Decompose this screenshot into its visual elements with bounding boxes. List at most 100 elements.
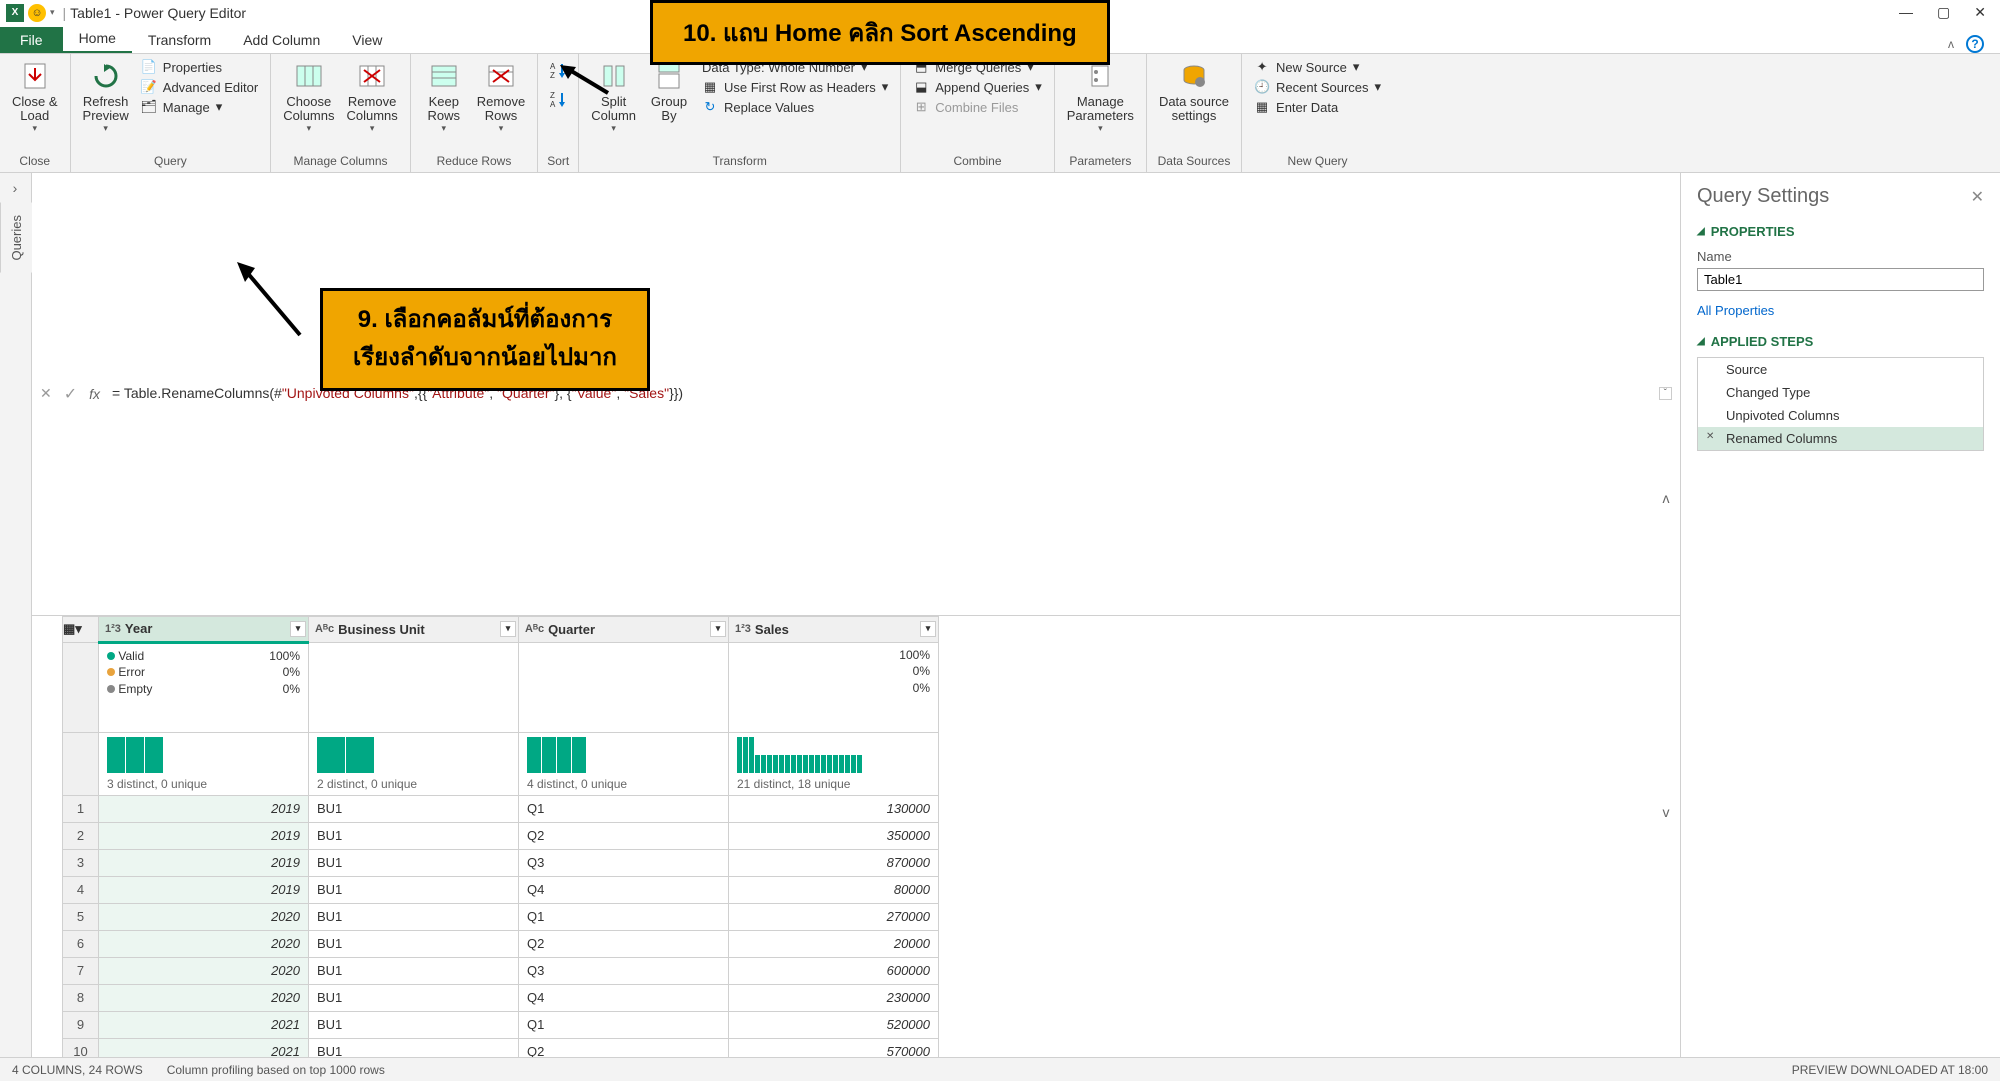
scroll-down-icon[interactable]: v <box>1663 804 1670 820</box>
query-settings-title: Query Settings <box>1697 185 1829 208</box>
tab-home[interactable]: Home <box>63 25 132 53</box>
window-title: Table1 - Power Query Editor <box>70 5 246 21</box>
distinct-sales: 21 distinct, 18 unique <box>729 732 939 795</box>
table-row[interactable]: 52020BU1Q1270000 <box>63 903 939 930</box>
data-source-settings-button[interactable]: Data source settings <box>1155 58 1233 126</box>
arrow-10 <box>560 65 610 95</box>
help-icon[interactable]: ? <box>1966 35 1984 53</box>
quality-sales: 100% 0% 0% <box>729 642 939 732</box>
all-properties-link[interactable]: All Properties <box>1697 303 1984 318</box>
arrow-9 <box>235 260 305 340</box>
combine-files-button[interactable]: ⊞Combine Files <box>909 98 1045 116</box>
filter-dropdown-icon[interactable]: ▾ <box>500 621 516 637</box>
column-header-business-unit[interactable]: AᴮcBusiness Unit ▾ <box>309 616 519 642</box>
queries-pane-tab[interactable]: Queries <box>0 203 32 273</box>
properties-header: PROPERTIES <box>1711 224 1795 239</box>
step-renamed-columns[interactable]: Renamed Columns <box>1698 427 1983 450</box>
expand-queries-button[interactable]: › <box>0 173 32 203</box>
scroll-up-icon[interactable]: ʌ <box>1663 490 1670 506</box>
svg-text:A: A <box>550 100 556 109</box>
tab-file[interactable]: File <box>0 27 63 53</box>
tab-transform[interactable]: Transform <box>132 27 227 53</box>
filter-dropdown-icon[interactable]: ▾ <box>920 621 936 637</box>
table-row[interactable]: 32019BU1Q3870000 <box>63 849 939 876</box>
recent-sources-button[interactable]: 🕘Recent Sources ▾ <box>1250 78 1385 96</box>
keep-rows-button[interactable]: Keep Rows▾ <box>419 58 469 135</box>
table-row[interactable]: 82020BU1Q4230000 <box>63 984 939 1011</box>
group-data-sources-label: Data Sources <box>1158 152 1231 172</box>
group-by-button[interactable]: Group By <box>644 58 694 126</box>
tab-view[interactable]: View <box>336 27 398 53</box>
callout-10: 10. แถบ Home คลิก Sort Ascending <box>650 0 1110 65</box>
quality-quarter <box>519 642 729 732</box>
manage-button[interactable]: 🗂Manage ▾ <box>137 98 262 116</box>
fx-icon[interactable]: fx <box>89 386 100 402</box>
callout-9: 9. เลือกคอลัมน์ที่ต้องการเรียงลำดับจากน้… <box>320 288 650 391</box>
query-name-input[interactable] <box>1697 268 1984 291</box>
name-label: Name <box>1697 249 1984 264</box>
first-row-headers-button[interactable]: ▦Use First Row as Headers ▾ <box>698 78 892 96</box>
filter-dropdown-icon[interactable]: ▾ <box>290 621 306 637</box>
refresh-preview-button[interactable]: Refresh Preview▾ <box>79 58 133 135</box>
new-source-button[interactable]: ✦New Source ▾ <box>1250 58 1385 76</box>
distinct-bu: 2 distinct, 0 unique <box>309 732 519 795</box>
maximize-button[interactable]: ▢ <box>1937 4 1950 21</box>
status-bar: 4 COLUMNS, 24 ROWS Column profiling base… <box>0 1057 2000 1081</box>
remove-rows-button[interactable]: Remove Rows▾ <box>473 58 529 135</box>
smile-icon: ☺ <box>28 4 46 22</box>
properties-button[interactable]: 📄Properties <box>137 58 262 76</box>
ribbon-collapse[interactable]: ʌ <box>1948 37 1954 51</box>
close-load-button[interactable]: Close & Load▾ <box>8 58 62 135</box>
vertical-scrollbar[interactable]: ʌ v <box>1656 260 1676 820</box>
group-sort-label: Sort <box>547 152 569 172</box>
table-row[interactable]: 22019BU1Q2350000 <box>63 822 939 849</box>
status-profiling: Column profiling based on top 1000 rows <box>167 1063 385 1077</box>
tab-add-column[interactable]: Add Column <box>227 27 336 53</box>
separator: | <box>63 5 67 21</box>
svg-text:A: A <box>550 62 556 71</box>
column-header-quarter[interactable]: AᴮcQuarter ▾ <box>519 616 729 642</box>
enter-data-button[interactable]: ▦Enter Data <box>1250 98 1385 116</box>
quality-year: Valid100% Error0% Empty0% <box>99 642 309 732</box>
group-reduce-rows-label: Reduce Rows <box>437 152 512 172</box>
table-row[interactable]: 42019BU1Q480000 <box>63 876 939 903</box>
manage-parameters-button[interactable]: Manage Parameters▾ <box>1063 58 1138 135</box>
column-header-year[interactable]: 1²3Year ▾ <box>99 616 309 642</box>
group-combine-label: Combine <box>953 152 1001 172</box>
step-changed-type[interactable]: Changed Type <box>1698 381 1983 404</box>
group-parameters-label: Parameters <box>1069 152 1131 172</box>
status-preview-time: PREVIEW DOWNLOADED AT 18:00 <box>1792 1063 1988 1077</box>
table-corner-icon[interactable]: ▦▾ <box>63 616 99 642</box>
commit-formula-icon[interactable]: ✓ <box>64 384 77 404</box>
quality-bu <box>309 642 519 732</box>
table-row[interactable]: 92021BU1Q1520000 <box>63 1011 939 1038</box>
distinct-year: 3 distinct, 0 unique <box>99 732 309 795</box>
replace-values-button[interactable]: ↻Replace Values <box>698 98 892 116</box>
cancel-formula-icon[interactable]: ✕ <box>40 385 52 402</box>
svg-text:Z: Z <box>550 91 555 100</box>
advanced-editor-button[interactable]: 📝Advanced Editor <box>137 78 262 96</box>
filter-dropdown-icon[interactable]: ▾ <box>710 621 726 637</box>
close-button[interactable]: ✕ <box>1974 4 1986 21</box>
svg-text:Z: Z <box>550 71 555 80</box>
append-queries-button[interactable]: ⬓Append Queries ▾ <box>909 78 1045 96</box>
table-row[interactable]: 102021BU1Q2570000 <box>63 1038 939 1057</box>
remove-columns-button[interactable]: Remove Columns▾ <box>342 58 401 135</box>
close-settings-icon[interactable]: ✕ <box>1971 187 1984 207</box>
status-columns-rows: 4 COLUMNS, 24 ROWS <box>12 1063 143 1077</box>
table-row[interactable]: 72020BU1Q3600000 <box>63 957 939 984</box>
ribbon: Close & Load▾ Close Refresh Preview▾ 📄Pr… <box>0 53 2000 173</box>
table-row[interactable]: 62020BU1Q220000 <box>63 930 939 957</box>
step-source[interactable]: Source <box>1698 358 1983 381</box>
qat-dropdown[interactable]: ▾ <box>50 7 55 18</box>
column-header-sales[interactable]: 1²3Sales ▾ <box>729 616 939 642</box>
table-row[interactable]: 12019BU1Q1130000 <box>63 795 939 822</box>
step-unpivoted[interactable]: Unpivoted Columns <box>1698 404 1983 427</box>
data-grid: ▦▾ 1²3Year ▾ AᴮcBusiness Unit ▾ AᴮcQuart… <box>62 616 939 1058</box>
group-manage-columns-label: Manage Columns <box>293 152 387 172</box>
group-close-label: Close <box>19 152 50 172</box>
choose-columns-button[interactable]: Choose Columns▾ <box>279 58 338 135</box>
minimize-button[interactable]: — <box>1899 4 1913 21</box>
group-query-label: Query <box>154 152 187 172</box>
query-settings-pane: Query Settings✕ ◢PROPERTIES Name All Pro… <box>1680 173 2000 1057</box>
